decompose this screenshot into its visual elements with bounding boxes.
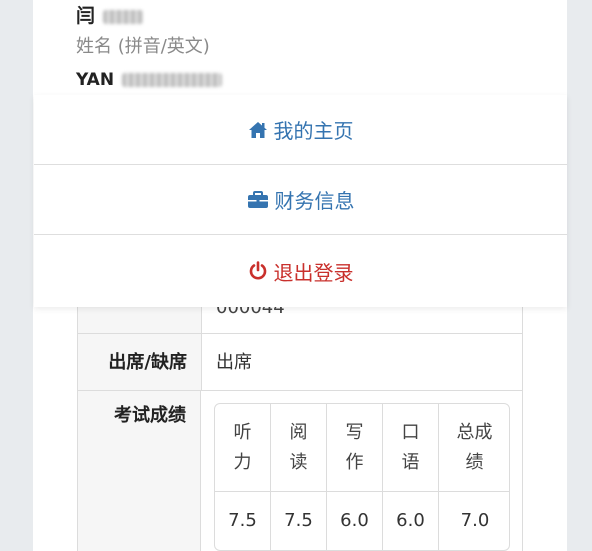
name-label: 姓名 (拼音/英文) bbox=[76, 36, 210, 57]
dropdown-menu: 我的主页 财务信息 退出登录 bbox=[34, 95, 567, 307]
redacted-english-name bbox=[122, 73, 223, 87]
score-value-overall: 7.0 bbox=[460, 510, 490, 531]
score-header-speaking: 口语 bbox=[383, 404, 439, 492]
power-icon bbox=[248, 261, 268, 281]
menu-item-home[interactable]: 我的主页 bbox=[34, 95, 567, 165]
menu-item-finance[interactable]: 财务信息 bbox=[34, 165, 567, 235]
scores-cell: 听力 阅读 写作 口语 总成绩 7.5 7.5 6.0 6.0 7.0 bbox=[201, 391, 522, 551]
chinese-name-text: 闫 bbox=[76, 5, 96, 27]
score-header-overall: 总成绩 bbox=[439, 404, 509, 492]
table-row: 考试成绩 听力 阅读 写作 口语 总成绩 7.5 7.5 6.0 6.0 7.0 bbox=[78, 391, 522, 551]
english-name: YAN bbox=[76, 65, 536, 95]
redacted-name bbox=[103, 9, 144, 24]
details-table: 000044 出席/缺席 出席 考试成绩 听力 阅读 写作 口语 总成绩 7.5… bbox=[77, 290, 523, 551]
score-header-writing: 写作 bbox=[327, 404, 383, 492]
scores-label: 考试成绩 bbox=[78, 391, 201, 551]
menu-item-logout[interactable]: 退出登录 bbox=[34, 235, 567, 307]
profile-header: 闫 姓名 (拼音/英文) YAN bbox=[76, 2, 536, 95]
home-icon bbox=[248, 121, 268, 139]
attendance-value: 出席 bbox=[216, 352, 252, 373]
score-value-speaking: 6.0 bbox=[383, 492, 439, 550]
score-value-reading: 7.5 bbox=[271, 492, 327, 550]
english-name-text: YAN bbox=[76, 70, 115, 90]
score-header-listening: 听力 bbox=[215, 404, 271, 492]
scores-table: 听力 阅读 写作 口语 总成绩 7.5 7.5 6.0 6.0 7.0 bbox=[214, 403, 510, 551]
score-value-listening: 7.5 bbox=[215, 492, 271, 550]
menu-item-home-label: 我的主页 bbox=[273, 119, 354, 143]
menu-item-logout-label: 退出登录 bbox=[273, 260, 354, 285]
table-row: 出席/缺席 出席 bbox=[78, 334, 522, 391]
chinese-name: 闫 bbox=[76, 2, 536, 30]
attendance-label: 出席/缺席 bbox=[78, 334, 202, 390]
menu-item-finance-label: 财务信息 bbox=[274, 189, 355, 213]
score-value-writing: 6.0 bbox=[327, 492, 383, 550]
score-header-reading: 阅读 bbox=[271, 404, 327, 492]
briefcase-icon bbox=[247, 190, 269, 209]
